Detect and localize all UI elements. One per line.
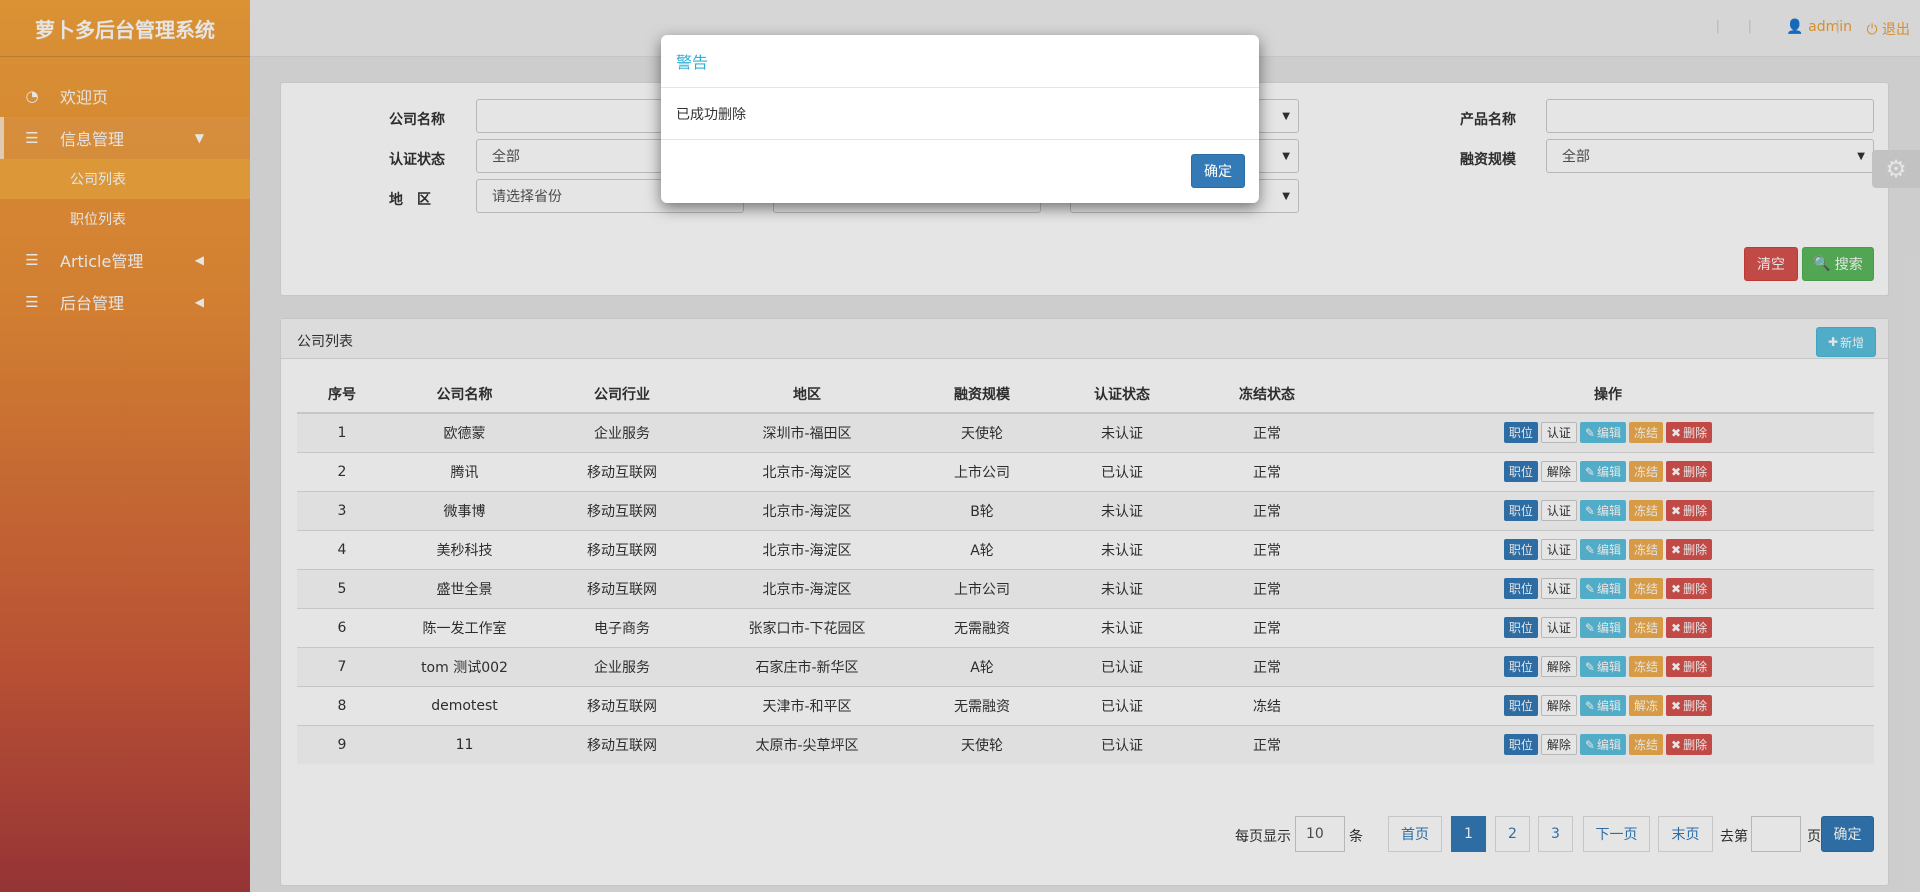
dialog-ok-label: 确定 <box>1204 164 1232 180</box>
dialog-message: 已成功删除 <box>661 88 1259 140</box>
dialog-title: 警告 <box>661 35 1259 88</box>
alert-dialog: 警告 已成功删除 确定 <box>661 35 1259 203</box>
dialog-ok-button[interactable]: 确定 <box>1191 154 1245 188</box>
